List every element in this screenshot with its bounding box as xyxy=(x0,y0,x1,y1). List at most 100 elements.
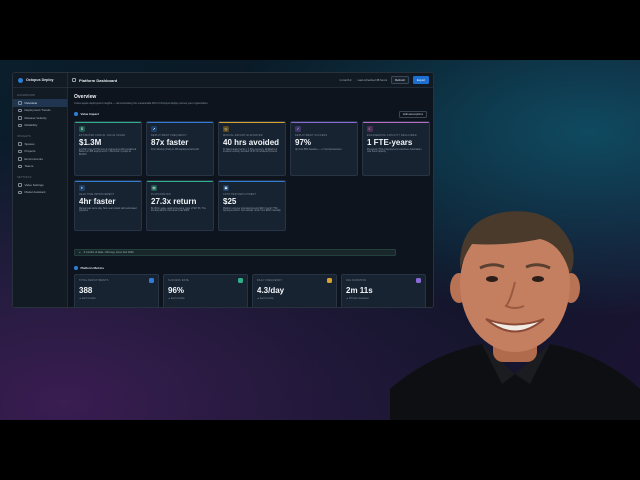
sidebar-item-deployment-trends[interactable]: Deployment Trends xyxy=(13,107,67,115)
presenter-eye-right xyxy=(532,276,544,282)
value-impact-icon xyxy=(74,112,78,116)
bolt-icon xyxy=(327,278,332,283)
card-desc: Manual was same day. Now near-instant wi… xyxy=(79,207,137,213)
sidebar-item-environments[interactable]: Environments xyxy=(13,155,67,163)
card-label: Deployment frequency xyxy=(151,133,188,137)
refresh-button[interactable]: Refresh xyxy=(391,76,409,84)
nav-section-insights: Insights Spaces Projects Environments Te… xyxy=(13,129,67,170)
sidebar-item-label: Environments xyxy=(24,156,43,161)
sidebar-item-spaces[interactable]: Spaces xyxy=(13,140,67,148)
card-value: $1.3M xyxy=(79,138,102,147)
card-label: Cost per deployment xyxy=(223,192,257,196)
data-range-note: ● 3 months of data • 344 avg. since Feb … xyxy=(74,249,396,256)
sidebar-item-value-settings[interactable]: Value Settings xyxy=(13,181,67,189)
rocket-icon: ➚ xyxy=(151,125,157,132)
brand-name: Octopus Deploy xyxy=(26,78,54,82)
card-desc: 37 failed deployments × 1.5hrs recovery.… xyxy=(223,148,278,154)
card-label: Engineering capacity reclaimed xyxy=(367,133,417,137)
sidebar-item-label: Projects xyxy=(24,149,36,154)
card-label: Manual effort eliminated xyxy=(223,133,263,137)
platform-metrics-icon xyxy=(74,266,78,270)
last-refreshed: Last refreshed 38 hours xyxy=(357,78,388,82)
value-card: ▤ Platform ROI 27.3x return $1.3M in val… xyxy=(146,179,214,231)
card-desc: $1.3M in value, against licensing costs … xyxy=(151,207,206,213)
value-card: ⏵ Lead time improvement 4hr faster Manua… xyxy=(74,179,142,231)
dashboard-window: Octopus Deploy Dashboard Overview Deploy… xyxy=(12,72,434,308)
metric-label: Daily frequency xyxy=(257,279,283,282)
nav-section-settings: Settings Value Settings Model Assistant xyxy=(13,170,67,196)
card-label: Platform ROI xyxy=(151,192,172,196)
sidebar-item-overview[interactable]: Overview xyxy=(13,99,67,107)
bolt-icon: ⏵ xyxy=(79,184,85,191)
card-desc: From Weekly (1/wk) to 348 deployments/mo… xyxy=(151,148,200,151)
check-icon: ✓ xyxy=(295,125,301,132)
sidebar-item-label: Spaces xyxy=(24,141,35,146)
sidebar-item-release-velocity[interactable]: Release Velocity xyxy=(13,114,67,122)
metric-sub: ▲ last 3 months xyxy=(257,298,274,300)
dashboard-icon xyxy=(72,78,76,82)
metric-value: 96% xyxy=(168,286,185,295)
card-label: Deployment success xyxy=(295,133,328,137)
section-title: Platform Metrics xyxy=(80,266,105,270)
sidebar-item-projects[interactable]: Projects xyxy=(13,148,67,156)
card-value: 87x faster xyxy=(151,138,189,147)
card-desc: Previously 70% of deployment resources. … xyxy=(367,148,422,154)
tag-icon: ▣ xyxy=(223,184,229,191)
server-icon xyxy=(18,157,22,161)
rocket-icon xyxy=(149,278,154,283)
value-card: ◷ Manual effort eliminated 40 hrs avoide… xyxy=(218,120,286,176)
card-desc: 14,262 hours of FTE time & engineering e… xyxy=(79,148,137,157)
gear-icon xyxy=(18,183,22,187)
folder-icon xyxy=(18,142,22,146)
nav-section-title: Settings xyxy=(17,176,32,179)
metric-value: 4.3/day xyxy=(257,286,285,295)
sidebar: Octopus Deploy Dashboard Overview Deploy… xyxy=(13,73,68,307)
overview-content: Overview Cross-space deployment insights… xyxy=(68,88,433,307)
edit-assumptions-button[interactable]: Edit assumptions xyxy=(399,110,427,118)
card-accent xyxy=(291,121,357,123)
top-bar: Platform Dashboard 1 month ▾ Last refres… xyxy=(68,73,433,88)
card-accent xyxy=(147,121,213,123)
metric-sub: ▲ last 3 months xyxy=(168,298,185,300)
trend-icon xyxy=(18,108,22,112)
card-accent xyxy=(147,180,213,182)
chart-icon: ▤ xyxy=(151,184,157,191)
metric-card: Success rate 96% ▲ last 3 months xyxy=(163,274,248,307)
sidebar-item-teams[interactable]: Teams xyxy=(13,163,67,171)
export-button[interactable]: Export xyxy=(412,76,429,84)
metric-label: Total deployments xyxy=(79,279,109,282)
metric-card: Total deployments 388 ▲ last 3 months xyxy=(74,274,159,307)
card-desc: Up from 88% baseline — +7.1pt improvemen… xyxy=(295,148,342,151)
sidebar-item-label: Teams xyxy=(24,164,34,169)
sidebar-item-label: Release Velocity xyxy=(24,115,47,120)
sidebar-item-model-assistant[interactable]: Model Assistant xyxy=(13,189,67,197)
period-value: 1 month xyxy=(339,78,350,82)
project-icon xyxy=(18,149,22,153)
value-card: ☾ Engineering capacity reclaimed 1 FTE-y… xyxy=(362,120,430,176)
platform-metrics-header: Platform Metrics xyxy=(74,266,104,270)
value-card: ▣ Cost per deployment $25 Platform cost … xyxy=(218,179,286,231)
nav-section-dashboard: Dashboard Overview Deployment Trends Rel… xyxy=(13,88,67,129)
metric-value: 388 xyxy=(79,286,93,295)
sidebar-item-label: Model Assistant xyxy=(24,190,46,195)
sidebar-item-reliability[interactable]: Reliability xyxy=(13,122,67,130)
value-impact-header: Value Impact Edit assumptions xyxy=(74,110,427,118)
people-icon: ☾ xyxy=(367,125,373,132)
octopus-logo-icon xyxy=(18,77,23,83)
metric-sub: ▲ last 3 months xyxy=(79,298,96,300)
overview-subtitle: Cross-space deployment insights — demons… xyxy=(74,101,209,105)
sidebar-item-label: Overview xyxy=(24,100,38,105)
card-accent xyxy=(363,121,429,123)
card-value: 4hr faster xyxy=(79,197,116,206)
section-title: Value Impact xyxy=(80,112,99,116)
period-select[interactable]: 1 month ▾ xyxy=(339,78,351,82)
card-accent xyxy=(75,180,141,182)
shield-icon xyxy=(18,123,22,127)
value-card: ➚ Deployment frequency 87x faster From W… xyxy=(146,120,214,176)
video-frame: Octopus Deploy Dashboard Overview Deploy… xyxy=(0,60,640,420)
value-impact-grid: $ Estimated annual value saved $1.3M 14,… xyxy=(74,120,430,239)
card-desc: Platform cost per total deployments $48 … xyxy=(223,207,281,213)
card-accent xyxy=(219,180,285,182)
main-panel: Platform Dashboard 1 month ▾ Last refres… xyxy=(68,73,433,307)
card-value: 40 hrs avoided xyxy=(223,138,280,147)
